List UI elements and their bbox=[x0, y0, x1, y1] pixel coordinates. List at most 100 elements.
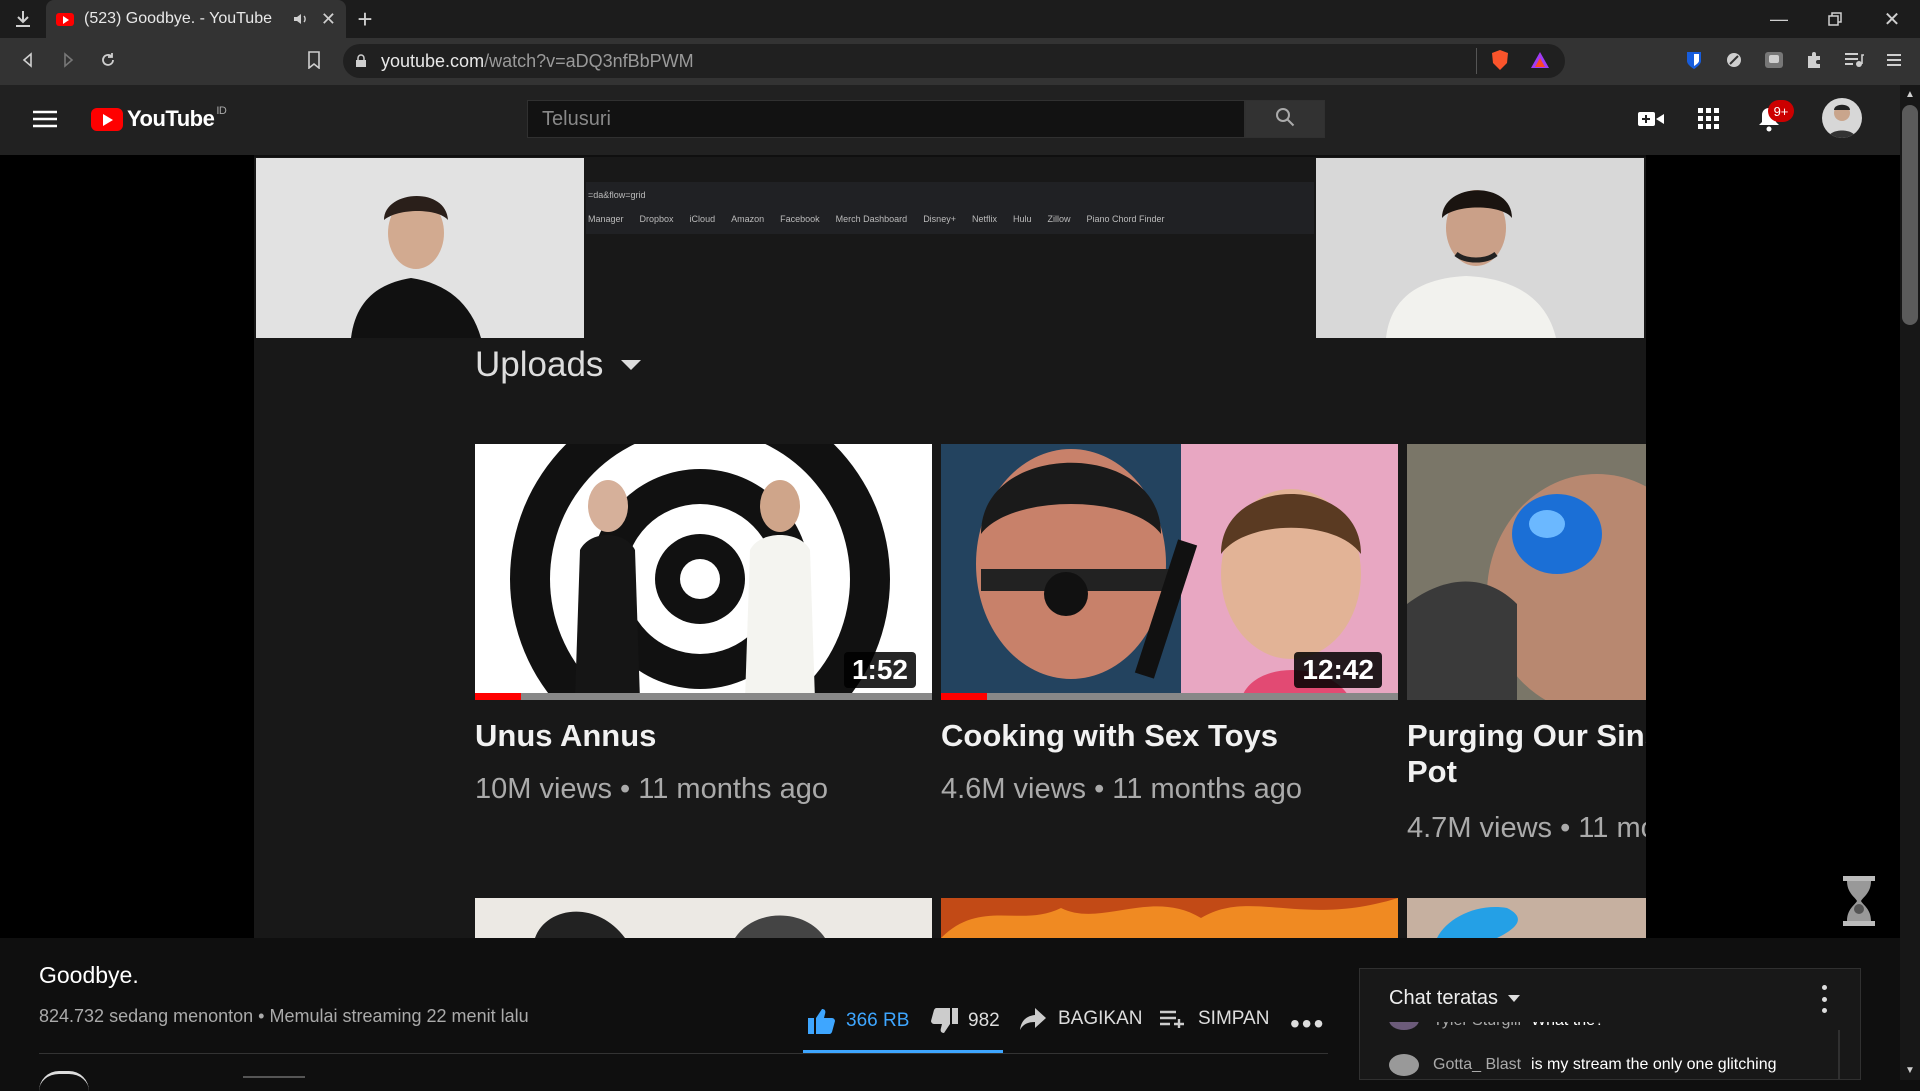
screen-bookmark: Merch Dashboard bbox=[835, 214, 908, 224]
search-button[interactable] bbox=[1245, 100, 1325, 138]
share-button[interactable]: BAGIKAN bbox=[1020, 1008, 1142, 1030]
chat-menu-icon[interactable] bbox=[1818, 985, 1830, 1013]
screen-bookmark: Manager bbox=[588, 214, 624, 224]
video-thumbnail bbox=[475, 898, 932, 938]
video-thumbnail bbox=[1407, 444, 1646, 700]
search-input[interactable]: Telusuri bbox=[527, 100, 1245, 138]
player-letterbox-left bbox=[0, 155, 254, 938]
video-meta: 4.7M views • 11 mo bbox=[1407, 812, 1646, 844]
video-duration: 12:42 bbox=[1294, 652, 1382, 688]
brave-rewards-icon[interactable] bbox=[1527, 47, 1553, 73]
more-actions-icon[interactable]: ••• bbox=[1290, 1008, 1325, 1040]
uploads-heading: Uploads bbox=[475, 345, 642, 385]
video-title-line2: Pot bbox=[1407, 754, 1457, 789]
video-card-clipped: Purging Our Sins ’ Pot 4.7M views • 11 m… bbox=[1407, 718, 1646, 848]
video-thumbnail bbox=[941, 898, 1398, 938]
chat-text: What the? bbox=[1531, 1022, 1604, 1030]
scroll-up-icon[interactable]: ▲ bbox=[1902, 86, 1918, 102]
lock-icon bbox=[355, 53, 369, 69]
watch-progress-track bbox=[941, 693, 1398, 700]
channel-avatar[interactable] bbox=[39, 1071, 89, 1091]
brave-shields-icon[interactable] bbox=[1487, 47, 1513, 73]
chat-author: Tyler Sturgill bbox=[1433, 1022, 1521, 1030]
webcam-left bbox=[256, 158, 584, 338]
hamburger-menu-icon[interactable] bbox=[28, 104, 62, 134]
browser-tab-youtube[interactable]: (523) Goodbye. - YouTube ✕ bbox=[46, 0, 346, 38]
watch-progress-bar bbox=[475, 693, 521, 700]
like-count: 366 RB bbox=[846, 1010, 910, 1031]
screen-bookmark: Zillow bbox=[1047, 214, 1071, 224]
youtube-play-icon bbox=[91, 107, 123, 131]
screen-bookmark: Dropbox bbox=[639, 214, 674, 224]
chevron-down-icon bbox=[621, 360, 642, 370]
chat-mode-dropdown[interactable]: Chat teratas bbox=[1389, 987, 1520, 1010]
save-button[interactable]: SIMPAN bbox=[1160, 1008, 1269, 1030]
webcam-right bbox=[1316, 158, 1644, 338]
like-button[interactable]: 366 RB bbox=[808, 1008, 909, 1034]
bitwarden-extension-icon[interactable] bbox=[1680, 46, 1708, 74]
watch-progress-track bbox=[475, 693, 932, 700]
chat-avatar bbox=[1389, 1022, 1419, 1030]
back-icon[interactable] bbox=[14, 46, 42, 74]
save-label: SIMPAN bbox=[1198, 1008, 1270, 1029]
new-tab-icon[interactable]: + bbox=[352, 4, 378, 34]
video-title-main: Goodbye. bbox=[39, 962, 139, 988]
dislike-count: 982 bbox=[968, 1010, 1000, 1031]
video-title: Unus Annus bbox=[475, 718, 657, 753]
share-label: BAGIKAN bbox=[1058, 1008, 1143, 1029]
screen-url-fragment: =da&flow=grid bbox=[588, 190, 646, 200]
chat-avatar bbox=[1389, 1054, 1419, 1076]
extension-leaf-icon[interactable] bbox=[1720, 46, 1748, 74]
watch-progress-bar bbox=[941, 693, 987, 700]
info-divider bbox=[39, 1053, 1328, 1054]
screen-bookmark: Amazon bbox=[731, 214, 765, 224]
chat-author: Gotta_ Blast bbox=[1433, 1056, 1522, 1073]
video-title-line1: Purging Our Sins ’ bbox=[1407, 718, 1646, 753]
restore-icon[interactable] bbox=[1820, 4, 1850, 34]
thumbs-up-icon bbox=[808, 1008, 836, 1034]
url-host: youtube.com bbox=[381, 50, 485, 71]
browser-menu-icon[interactable] bbox=[1880, 46, 1908, 74]
scroll-down-icon[interactable]: ▼ bbox=[1902, 1062, 1918, 1078]
reload-icon[interactable] bbox=[94, 46, 122, 74]
chat-header-label: Chat teratas bbox=[1389, 987, 1498, 1009]
screen-bookmark: Piano Chord Finder bbox=[1086, 214, 1165, 224]
minimize-icon[interactable]: — bbox=[1764, 4, 1794, 34]
screen-bookmark: Hulu bbox=[1012, 214, 1032, 224]
playlist-add-icon bbox=[1160, 1010, 1186, 1028]
create-video-icon[interactable] bbox=[1634, 104, 1668, 134]
extension-box-icon[interactable] bbox=[1760, 46, 1788, 74]
forward-icon[interactable] bbox=[54, 46, 82, 74]
youtube-favicon-icon bbox=[56, 12, 74, 26]
downloads-icon[interactable] bbox=[10, 6, 36, 32]
screen-bookmark: Facebook bbox=[780, 214, 820, 224]
dislike-button[interactable]: 982 bbox=[930, 1008, 1000, 1034]
screen-bookmark: Disney+ bbox=[923, 214, 956, 224]
search-icon bbox=[1275, 107, 1295, 132]
address-bar[interactable]: youtube.com/watch?v=aDQ3nfBbPWM bbox=[343, 44, 1565, 78]
logo-region: ID bbox=[216, 105, 227, 117]
video-title: Cooking with Sex Toys bbox=[941, 718, 1279, 753]
youtube-logo[interactable]: YouTube ID bbox=[91, 105, 227, 132]
page-scrollbar-thumb[interactable] bbox=[1902, 105, 1918, 325]
video-thumbnail: 1:52 bbox=[475, 444, 932, 700]
close-window-icon[interactable]: ✕ bbox=[1877, 4, 1907, 34]
screen-bookmark: Netflix bbox=[971, 214, 997, 224]
share-arrow-icon bbox=[1020, 1008, 1046, 1030]
omnibox-divider bbox=[1476, 48, 1477, 74]
screen-share-browser: =da&flow=grid Manager Dropbox iCloud Ama… bbox=[586, 182, 1314, 234]
close-tab-icon[interactable]: ✕ bbox=[321, 9, 336, 30]
logo-text: YouTube bbox=[127, 106, 215, 131]
video-meta: 10M views • 11 months ago bbox=[475, 773, 828, 805]
video-meta: 4.6M views • 11 months ago bbox=[941, 773, 1303, 805]
apps-grid-icon[interactable] bbox=[1692, 104, 1726, 134]
bookmark-icon[interactable] bbox=[300, 46, 328, 74]
channel-watermark-hourglass-icon[interactable] bbox=[1841, 876, 1877, 926]
extensions-puzzle-icon[interactable] bbox=[1800, 46, 1828, 74]
screen-bookmark: iCloud bbox=[689, 214, 716, 224]
chat-scroll-divider bbox=[1838, 1030, 1840, 1080]
avatar[interactable] bbox=[1822, 98, 1862, 138]
audio-playing-icon[interactable] bbox=[293, 12, 309, 26]
media-playlist-icon[interactable] bbox=[1840, 46, 1868, 74]
thumbs-down-icon bbox=[930, 1008, 958, 1034]
